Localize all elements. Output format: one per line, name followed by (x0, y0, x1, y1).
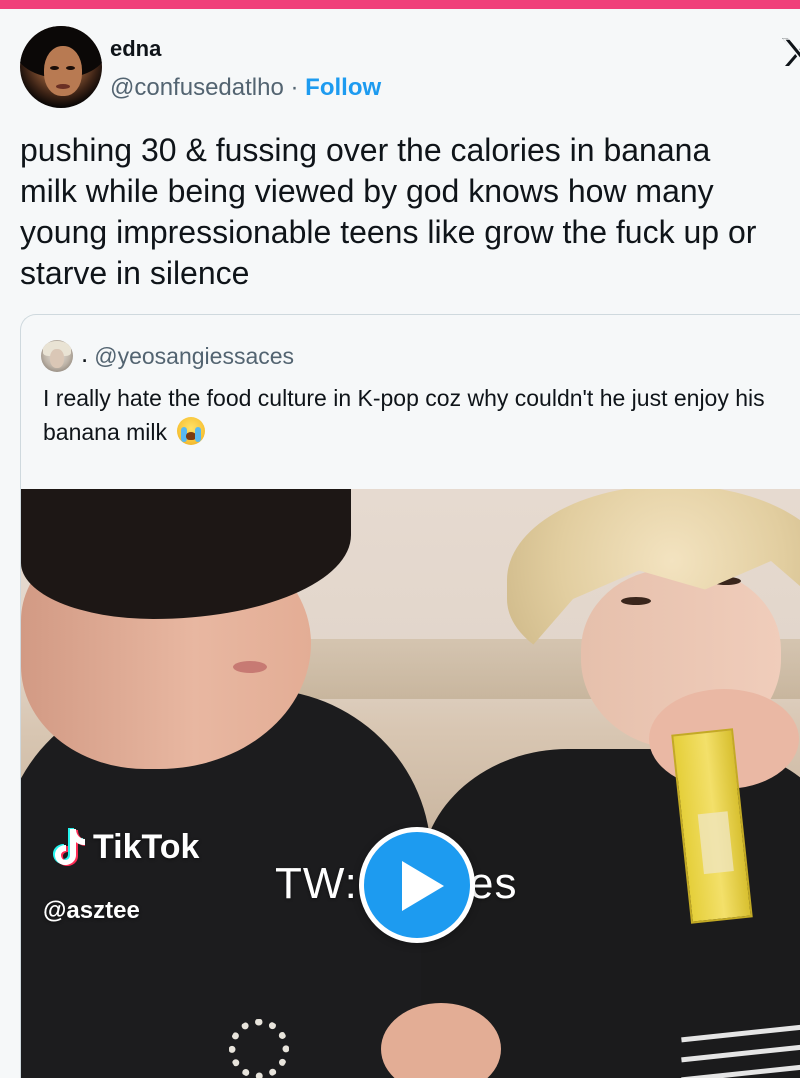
bracelet (229, 1019, 289, 1078)
left-person-hair (21, 489, 351, 619)
left-person-lips (233, 661, 267, 673)
loudly-crying-face-icon (177, 417, 206, 445)
author-avatar[interactable] (20, 26, 102, 108)
tweet-text: pushing 30 & fussing over the calories i… (20, 132, 757, 291)
tiktok-username: @asztee (43, 897, 140, 924)
quoted-handle[interactable]: @yeosangiessaces (94, 343, 294, 370)
author-handle-line: @confusedatlho · Follow (110, 74, 381, 102)
tiktok-watermark: TikTok (51, 827, 199, 867)
quoted-author-avatar[interactable] (41, 340, 73, 372)
handle-separator: · (290, 74, 299, 101)
tweet-header: edna @confusedatlho · Follow (20, 26, 800, 110)
quoted-tweet-text: I really hate the food culture in K-pop … (43, 385, 765, 445)
avatar-eye-right (66, 66, 75, 70)
quoted-avatar-face (50, 349, 64, 368)
right-person-eye-left (621, 597, 651, 605)
follow-button[interactable]: Follow (305, 74, 381, 101)
avatar-eye-left (50, 66, 59, 70)
quoted-tweet-header: . @yeosangiessaces (41, 338, 294, 373)
top-accent-bar (0, 0, 800, 9)
quoted-display-name[interactable]: . (81, 338, 88, 369)
quoted-tweet-text-block: I really hate the food culture in K-pop … (43, 381, 800, 449)
author-handle[interactable]: @confusedatlho (110, 74, 284, 101)
play-icon (402, 861, 444, 911)
video-thumbnail[interactable]: TikTok @asztee TW:calories (21, 489, 800, 1078)
tiktok-brand-label: TikTok (93, 827, 200, 866)
author-name[interactable]: edna (110, 36, 161, 62)
x-logo-icon[interactable] (778, 32, 800, 72)
quoted-tweet-card[interactable]: . @yeosangiessaces I really hate the foo… (20, 314, 800, 1078)
avatar-lips (56, 84, 70, 89)
play-button[interactable] (359, 827, 475, 943)
tiktok-logo-icon (53, 828, 85, 866)
